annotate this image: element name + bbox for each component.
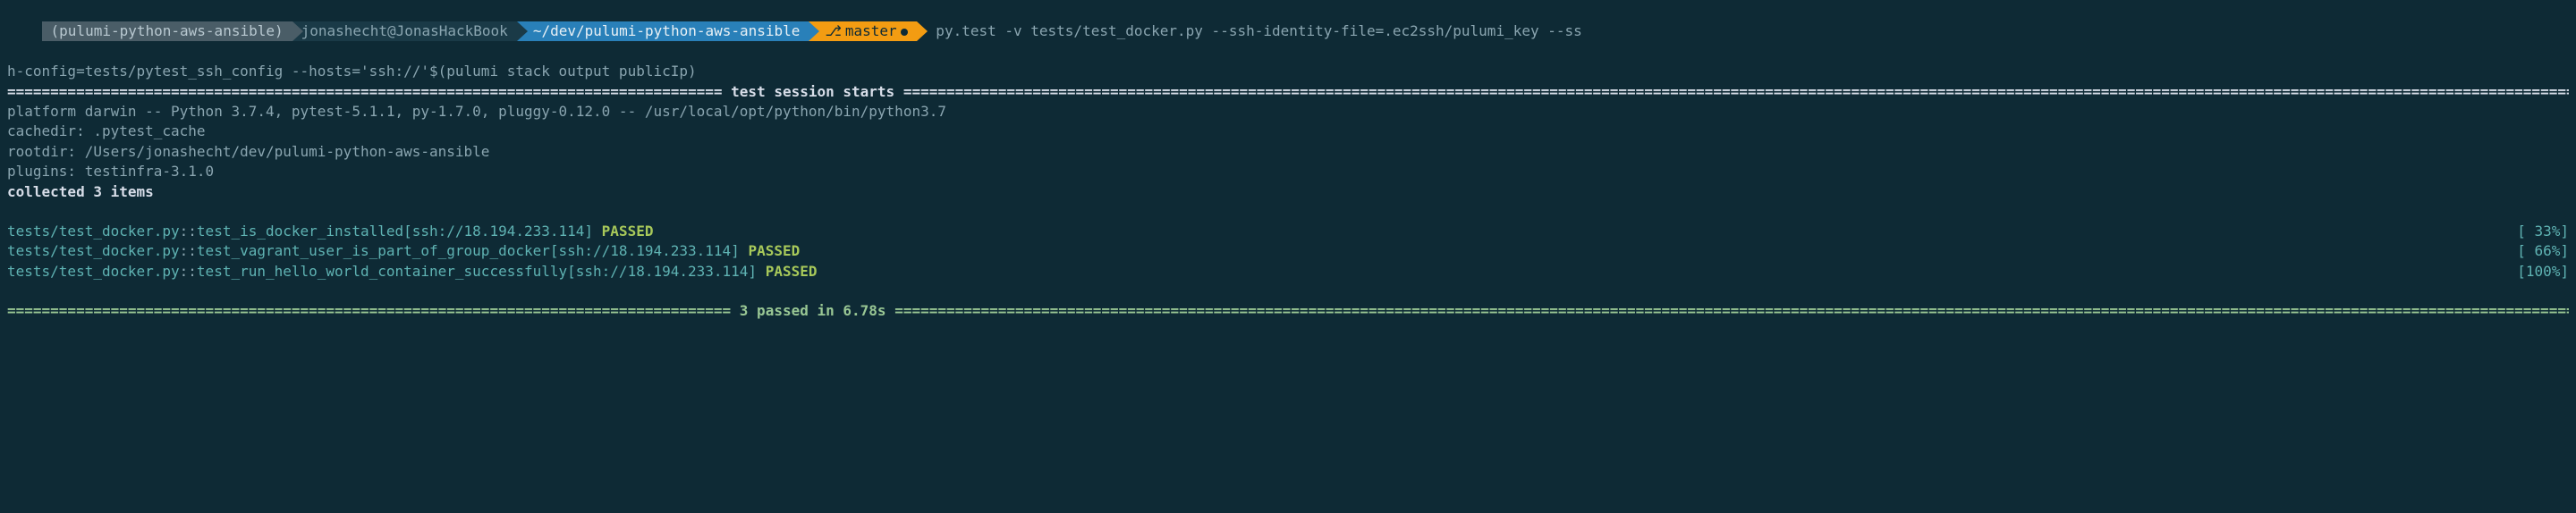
test-status: PASSED	[602, 223, 654, 240]
test-status: PASSED	[766, 263, 818, 280]
test-path: tests/test_docker.py	[7, 263, 180, 280]
plugins-info: plugins: testinfra-3.1.0	[7, 162, 2569, 181]
command-input[interactable]: py.test -v tests/test_docker.py --ssh-id…	[928, 22, 1582, 39]
git-branch-icon: ⎇	[825, 21, 841, 41]
blank-line	[7, 282, 2569, 301]
blank-line	[7, 202, 2569, 222]
test-status: PASSED	[748, 242, 800, 259]
test-result-row: tests/test_docker.py::test_run_hello_wor…	[7, 262, 2569, 282]
path-segment: ~/dev/pulumi-python-aws-ansible	[517, 21, 809, 41]
git-dirty-dot-icon	[901, 29, 908, 36]
terminal-window: (pulumi-python-aws-ansible)jonashecht@Jo…	[0, 0, 2576, 323]
test-name: test_is_docker_installed[ssh://18.194.23…	[197, 223, 593, 240]
command-input-continuation[interactable]: h-config=tests/pytest_ssh_config --hosts…	[7, 62, 2569, 81]
test-name: test_run_hello_world_container_successfu…	[197, 263, 757, 280]
rootdir-info: rootdir: /Users/jonashecht/dev/pulumi-py…	[7, 142, 2569, 162]
git-branch-segment: ⎇master	[809, 21, 916, 41]
test-path: tests/test_docker.py	[7, 242, 180, 259]
test-path: tests/test_docker.py	[7, 223, 180, 240]
user-host-segment: jonashecht@JonasHackBook	[292, 21, 517, 41]
env-segment: (pulumi-python-aws-ansible)	[42, 21, 292, 41]
collected-info: collected 3 items	[7, 182, 2569, 202]
platform-info: platform darwin -- Python 3.7.4, pytest-…	[7, 102, 2569, 122]
test-progress: [100%]	[2517, 262, 2569, 282]
test-progress: [ 33%]	[2517, 222, 2569, 241]
test-result-row: tests/test_docker.py::test_is_docker_ins…	[7, 222, 2569, 241]
test-result-row: tests/test_docker.py::test_vagrant_user_…	[7, 241, 2569, 261]
test-name: test_vagrant_user_is_part_of_group_docke…	[197, 242, 740, 259]
test-progress: [ 66%]	[2517, 241, 2569, 261]
cachedir-info: cachedir: .pytest_cache	[7, 122, 2569, 141]
prompt-arrow-icon	[917, 21, 928, 41]
session-end-divider: ========================================…	[7, 301, 2569, 321]
session-start-divider: ========================================…	[7, 82, 2569, 102]
shell-prompt[interactable]: (pulumi-python-aws-ansible)jonashecht@Jo…	[7, 2, 2569, 62]
